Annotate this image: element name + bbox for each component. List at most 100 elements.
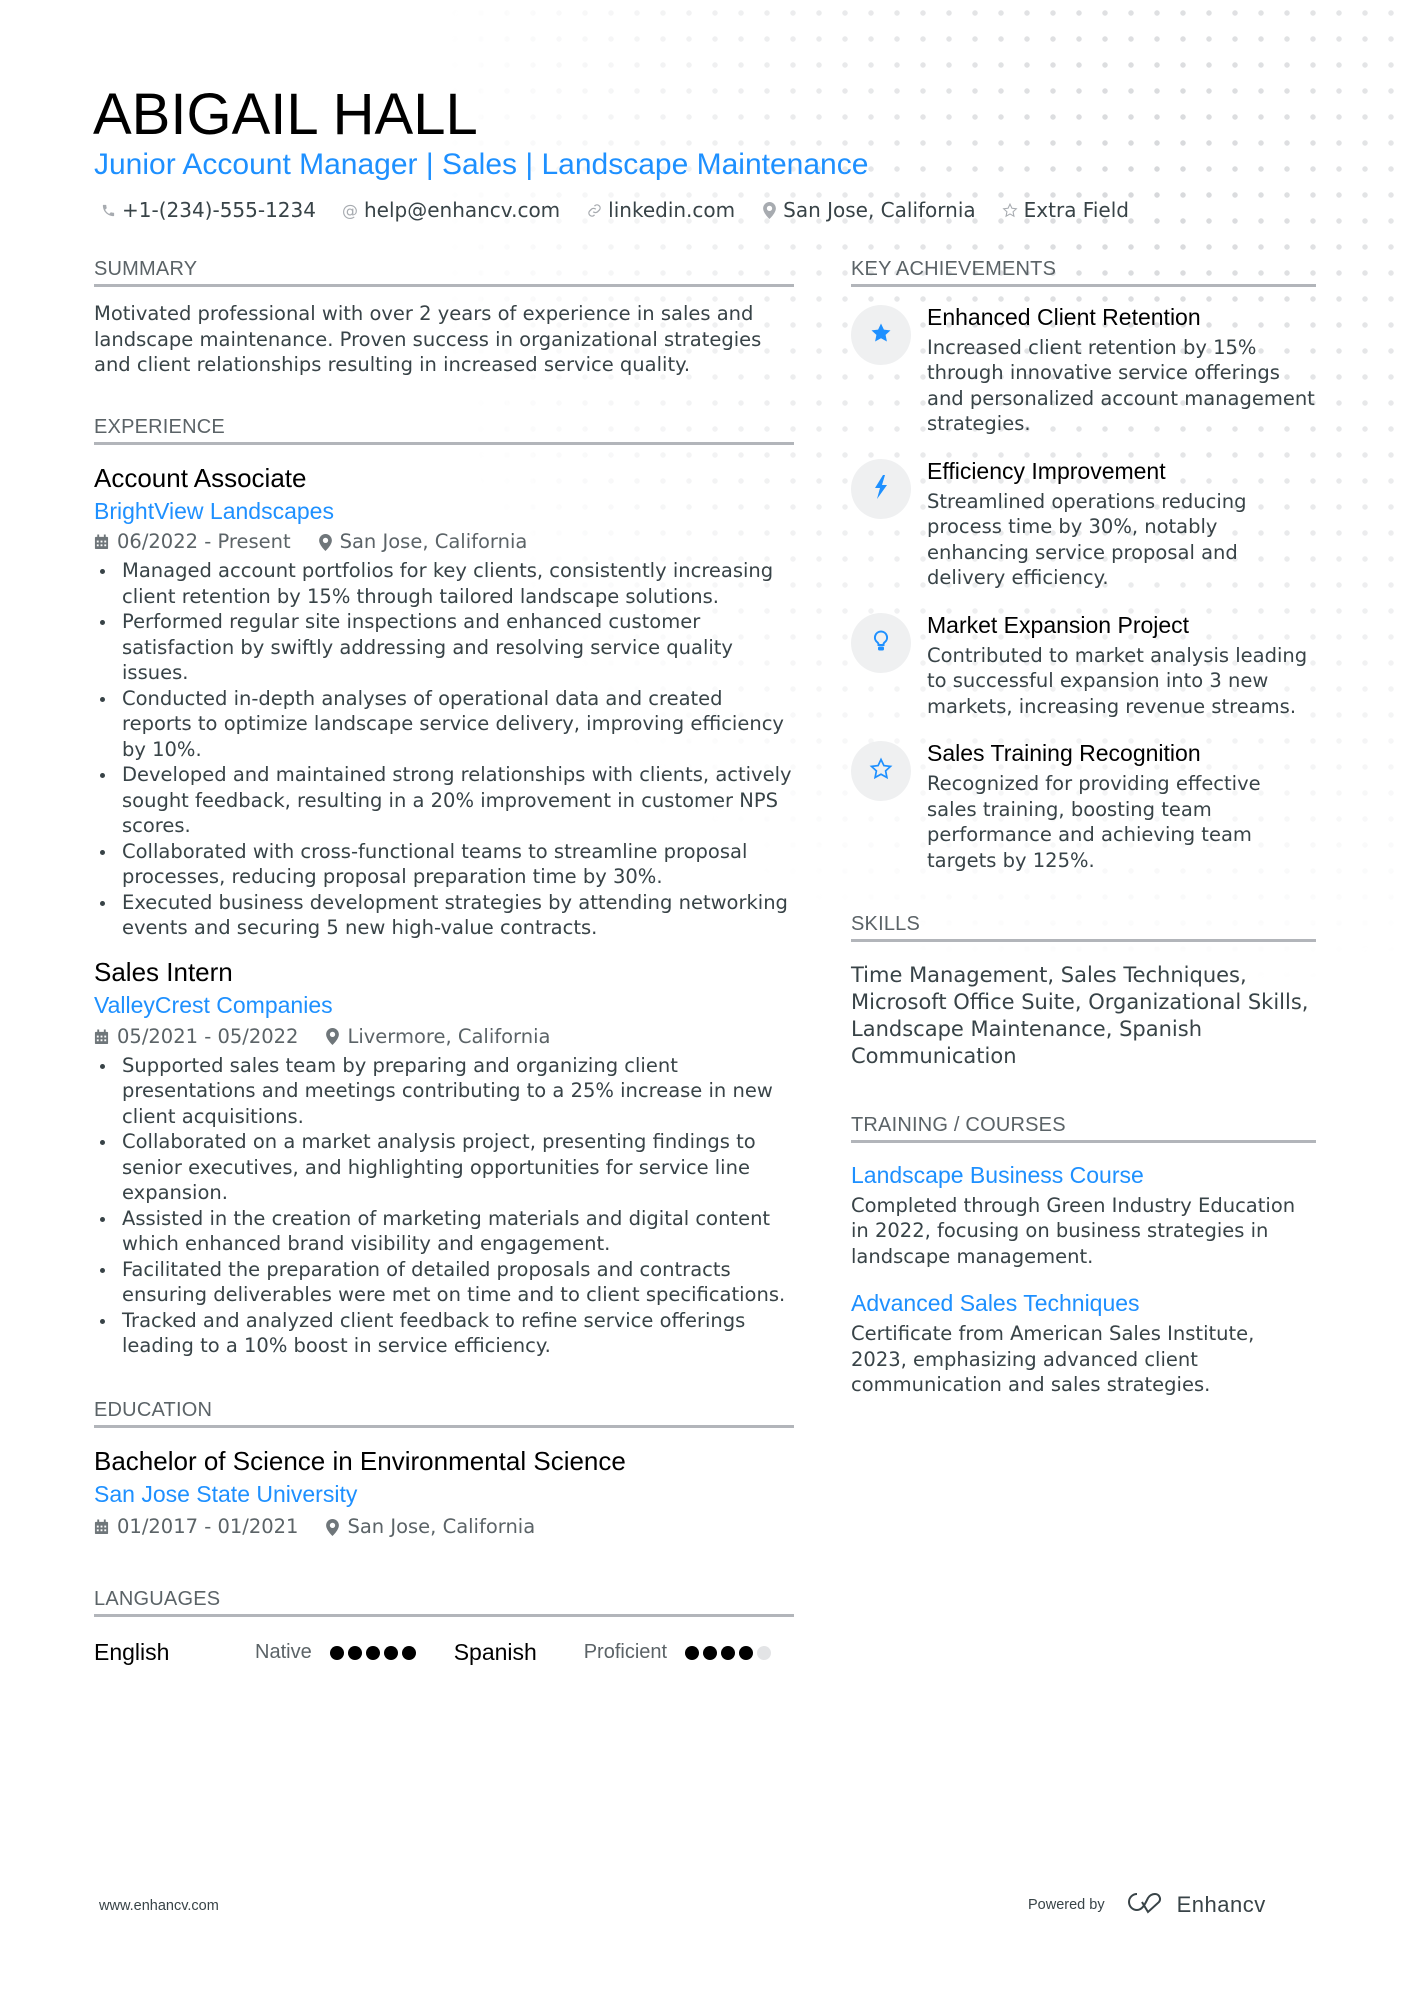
training-section: TRAINING / COURSES Landscape Business Co… <box>851 1114 1316 1398</box>
rating-dot-filled <box>383 1645 398 1660</box>
language-name: English <box>94 1639 170 1666</box>
job-location: San Jose, California <box>318 529 527 555</box>
education-dates: 01/2017 - 01/2021 <box>94 1514 298 1540</box>
job-bullet: Facilitated the preparation of detailed … <box>94 1257 794 1308</box>
contact-email-text: help@enhancv.com <box>363 198 561 222</box>
education-dates-text: 01/2017 - 01/2021 <box>117 1515 299 1539</box>
language-level: Native <box>255 1641 312 1664</box>
language-level: Proficient <box>583 1641 668 1664</box>
skills-heading: SKILLS <box>851 913 1316 943</box>
course-title[interactable]: Advanced Sales Techniques <box>851 1289 1316 1319</box>
rating-dot-filled <box>685 1645 700 1660</box>
education-location-text: San Jose, California <box>347 1515 536 1539</box>
course-title[interactable]: Landscape Business Course <box>851 1161 1316 1191</box>
language-name: Spanish <box>453 1639 537 1666</box>
job-bullet: Executed business development strategies… <box>94 890 794 941</box>
job-bullets: Managed account portfolios for key clien… <box>94 558 794 941</box>
phone-icon <box>100 203 116 218</box>
achievement-title: Market Expansion Project <box>927 611 1190 638</box>
location-pin-icon <box>326 1028 340 1046</box>
course-item: Advanced Sales Techniques Certificate fr… <box>851 1289 1316 1397</box>
contact-phone[interactable]: +1-(234)-555-1234 <box>100 198 316 222</box>
job-bullet: Tracked and analyzed client feedback to … <box>94 1308 794 1359</box>
link-icon <box>586 203 602 218</box>
job-bullet: Collaborated with cross-functional teams… <box>94 839 794 890</box>
job-dates-text: 05/2021 - 05/2022 <box>117 1024 299 1048</box>
education-location: San Jose, California <box>326 1514 535 1540</box>
contact-linkedin-text: linkedin.com <box>608 198 736 222</box>
rating-dot-filled <box>401 1645 416 1660</box>
rating-dot-empty <box>757 1645 772 1660</box>
job-bullet: Supported sales team by preparing and or… <box>94 1053 794 1130</box>
candidate-title: Junior Account Manager | Sales | Landsca… <box>94 148 869 181</box>
achievement-text: Recognized for providing effective sales… <box>927 772 1261 872</box>
skills-text: Time Management, Sales Techniques, Micro… <box>851 963 1309 1069</box>
achievement-text: Contributed to market analysis leading t… <box>927 643 1308 718</box>
contact-phone-text: +1-(234)-555-1234 <box>122 198 316 222</box>
star-outline-icon <box>1002 202 1018 219</box>
company-name[interactable]: BrightView Landscapes <box>94 498 794 526</box>
achievement-title: Efficiency Improvement <box>927 457 1166 484</box>
achievements-heading: KEY ACHIEVEMENTS <box>851 258 1316 287</box>
job-bullet: Assisted in the creation of marketing ma… <box>94 1206 794 1257</box>
contact-location-text: San Jose, California <box>783 198 976 222</box>
achievements-section: KEY ACHIEVEMENTS Enhanced Client Retenti… <box>851 258 1316 873</box>
achievement-text: Increased client retention by 15% throug… <box>927 335 1315 436</box>
achievement-icon-circle <box>851 458 911 519</box>
language-rating <box>685 1645 772 1660</box>
enhancv-logo[interactable]: Enhancv <box>1123 1890 1266 1920</box>
lightning-bolt-icon <box>874 474 888 503</box>
footer-branding: Powered by Enhancv <box>1028 1890 1266 1920</box>
right-column: KEY ACHIEVEMENTS Enhanced Client Retenti… <box>851 258 1316 1398</box>
experience-section: EXPERIENCE Account Associate BrightView … <box>94 416 794 1359</box>
contact-email[interactable]: @ help@enhancv.com <box>342 198 560 222</box>
languages-heading: LANGUAGES <box>94 1588 794 1618</box>
course-text: Completed through Green Industry Educati… <box>851 1193 1296 1268</box>
rating-dot-filled <box>739 1645 754 1660</box>
rating-dot-filled <box>365 1645 380 1660</box>
star-filled-icon <box>869 321 893 349</box>
contact-extra-field: Extra Field <box>1002 198 1129 222</box>
enhancv-brand-text: Enhancv <box>1176 1892 1266 1917</box>
job-meta: 06/2022 - Present San Jose, California <box>94 529 794 555</box>
footer-website[interactable]: www.enhancv.com <box>99 1898 219 1914</box>
achievement-title: Enhanced Client Retention <box>927 304 1201 330</box>
achievement-item: Market Expansion Project Contributed to … <box>851 611 1316 719</box>
rating-dot-filled <box>347 1645 362 1660</box>
contact-extra-field-text: Extra Field <box>1023 198 1129 222</box>
at-icon: @ <box>341 200 358 220</box>
education-heading: EDUCATION <box>94 1399 794 1428</box>
education-section: EDUCATION Bachelor of Science in Environ… <box>94 1399 794 1541</box>
calendar-icon <box>94 534 109 550</box>
achievement-item: Enhanced Client Retention Increased clie… <box>851 303 1316 437</box>
star-outline-icon <box>869 757 893 785</box>
job-meta: 05/2021 - 05/2022 Livermore, California <box>94 1024 794 1050</box>
school-name[interactable]: San Jose State University <box>94 1481 794 1509</box>
contact-row: +1-(234)-555-1234 @ help@enhancv.com lin… <box>100 198 1129 222</box>
job-bullet: Managed account portfolios for key clien… <box>94 558 794 609</box>
languages-section: LANGUAGES English Native Spanish Profici… <box>94 1588 794 1666</box>
achievement-icon-circle <box>851 741 911 802</box>
calendar-icon <box>94 1029 109 1045</box>
skills-section: SKILLS Time Management, Sales Techniques… <box>851 913 1316 1070</box>
achievement-item: Efficiency Improvement Streamlined opera… <box>851 457 1316 591</box>
powered-by-label: Powered by <box>1028 1897 1105 1913</box>
job-title: Sales Intern <box>94 956 233 987</box>
location-pin-icon <box>318 533 332 551</box>
left-column: SUMMARY Motivated professional with over… <box>94 258 794 1666</box>
job-bullet: Developed and maintained strong relation… <box>94 762 794 839</box>
candidate-name: ABIGAIL HALL <box>93 82 478 147</box>
achievement-icon-circle <box>851 305 911 365</box>
calendar-icon <box>94 1519 109 1535</box>
achievement-item: Sales Training Recognition Recognized fo… <box>851 739 1316 873</box>
enhancv-logo-icon <box>1123 1890 1169 1920</box>
job-bullets: Supported sales team by preparing and or… <box>94 1053 794 1359</box>
contact-linkedin[interactable]: linkedin.com <box>586 198 735 222</box>
company-name[interactable]: ValleyCrest Companies <box>94 992 794 1020</box>
contact-location: San Jose, California <box>761 198 976 222</box>
job-entry: Sales Intern ValleyCrest Companies 05/20… <box>94 957 794 1359</box>
job-entry: Account Associate BrightView Landscapes … <box>94 463 794 941</box>
rating-dot-filled <box>721 1645 736 1660</box>
job-location-text: Livermore, California <box>347 1024 551 1048</box>
job-bullet: Performed regular site inspections and e… <box>94 609 794 686</box>
